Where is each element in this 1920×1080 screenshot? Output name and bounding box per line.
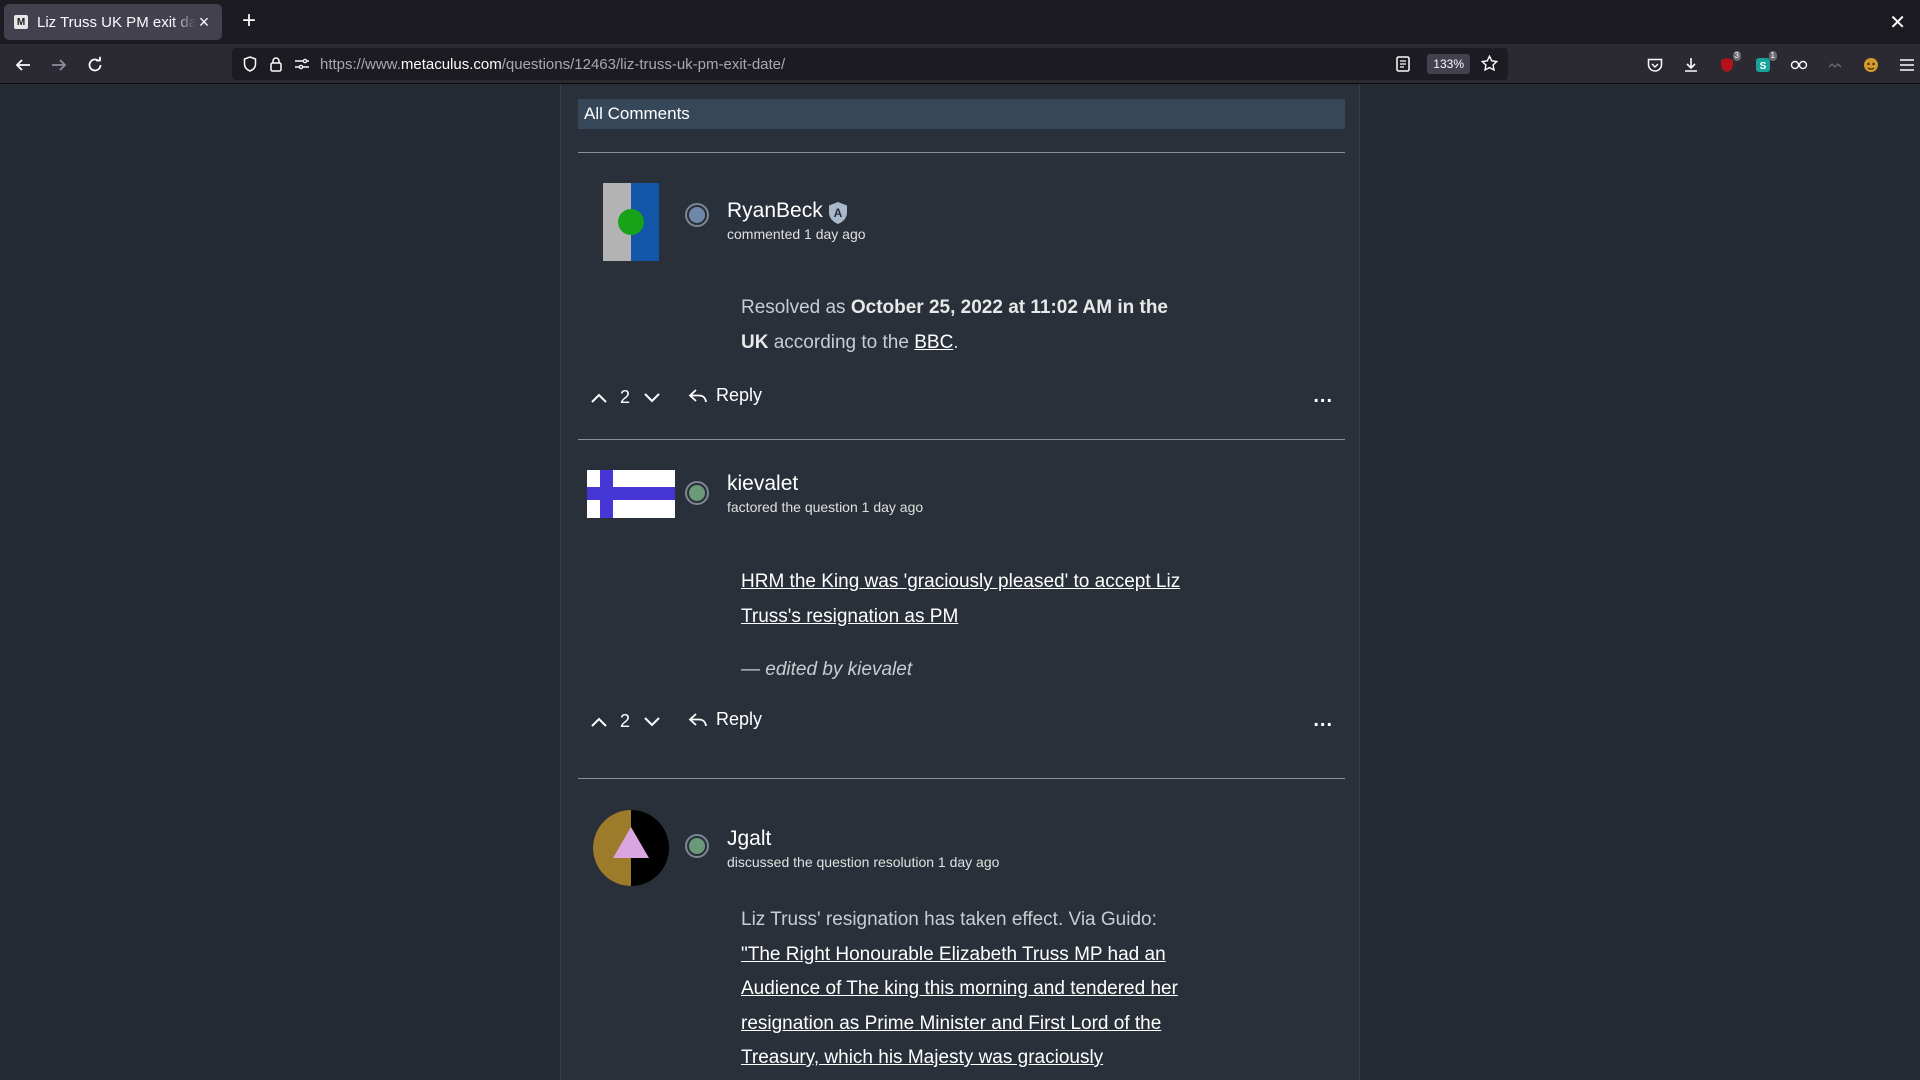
comment-kievalet: kievalet factored the question 1 day ago… bbox=[578, 470, 1345, 731]
bookmark-star-icon[interactable] bbox=[1480, 54, 1499, 77]
comment-author[interactable]: kievalet bbox=[727, 472, 798, 496]
comment-author[interactable]: RyanBeck bbox=[727, 199, 823, 223]
divider bbox=[578, 152, 1345, 153]
vote-count: 2 bbox=[620, 387, 631, 407]
reply-button[interactable]: Reply bbox=[688, 385, 762, 406]
comment-meta: commented 1 day ago bbox=[727, 226, 866, 242]
vote-count: 2 bbox=[620, 711, 631, 731]
more-options-button[interactable]: ... bbox=[1313, 709, 1333, 732]
dim-extension-icon[interactable] bbox=[1825, 55, 1845, 75]
address-bar[interactable]: https://www.metaculus.com/questions/1246… bbox=[232, 48, 1508, 80]
lock-icon[interactable] bbox=[268, 56, 284, 72]
comments-column: All Comments RyanBeck A commented 1 day … bbox=[560, 85, 1360, 1080]
comment-body: HRM the King was 'graciously pleased' to… bbox=[741, 565, 1191, 634]
site-favicon-icon: M bbox=[14, 15, 28, 29]
comment-meta: factored the question 1 day ago bbox=[727, 499, 924, 515]
reload-button[interactable] bbox=[82, 52, 108, 78]
chevron-down-icon bbox=[644, 717, 660, 727]
reply-button[interactable]: Reply bbox=[688, 709, 762, 730]
prediction-status-dot bbox=[685, 203, 709, 227]
back-button[interactable] bbox=[10, 52, 36, 78]
svg-text:A: A bbox=[834, 206, 843, 220]
divider bbox=[578, 778, 1345, 779]
resignation-link[interactable]: HRM the King was 'graciously pleased' to… bbox=[741, 571, 1180, 627]
tab-close-icon[interactable]: × bbox=[196, 12, 212, 33]
guido-quote-link[interactable]: "The Right Honourable Elizabeth Truss MP… bbox=[741, 944, 1178, 1069]
new-tab-button[interactable]: + bbox=[236, 9, 262, 35]
reply-icon bbox=[688, 388, 707, 402]
divider bbox=[578, 439, 1345, 440]
reader-view-icon[interactable] bbox=[1396, 56, 1410, 77]
more-options-button[interactable]: ... bbox=[1313, 385, 1333, 408]
page-viewport: All Comments RyanBeck A commented 1 day … bbox=[0, 85, 1920, 1080]
upvote-button[interactable] bbox=[588, 711, 610, 733]
comment-body: Resolved as October 25, 2022 at 11:02 AM… bbox=[741, 297, 1168, 353]
comment-actions: 2 Reply ... bbox=[578, 707, 1345, 737]
url-text[interactable]: https://www.metaculus.com/questions/1246… bbox=[320, 56, 785, 73]
browser-tab[interactable]: M Liz Truss UK PM exit date × bbox=[4, 4, 222, 40]
permissions-icon[interactable] bbox=[294, 56, 310, 72]
tab-bar: M Liz Truss UK PM exit date × + ✕ bbox=[0, 0, 1920, 44]
all-comments-header[interactable]: All Comments bbox=[578, 99, 1345, 129]
chevron-up-icon bbox=[591, 393, 607, 403]
ublock-extension-icon[interactable]: 3 bbox=[1717, 51, 1741, 75]
svg-text:S: S bbox=[1760, 61, 1767, 72]
pocket-icon[interactable] bbox=[1645, 55, 1665, 75]
app-menu-icon[interactable] bbox=[1897, 55, 1917, 75]
comment-actions: 2 Reply ... bbox=[578, 383, 1345, 413]
prediction-status-dot bbox=[685, 481, 709, 505]
downloads-icon[interactable] bbox=[1681, 55, 1701, 75]
monkey-extension-icon[interactable] bbox=[1861, 55, 1881, 75]
zoom-level-button[interactable]: 133% bbox=[1427, 54, 1470, 74]
tracking-shield-icon[interactable] bbox=[242, 56, 258, 72]
comment-ryanbeck: RyanBeck A commented 1 day ago Resolved … bbox=[578, 183, 1345, 426]
downvote-button[interactable] bbox=[641, 711, 663, 733]
admin-badge-icon: A bbox=[829, 202, 847, 224]
tab-title: Liz Truss UK PM exit date bbox=[37, 13, 197, 31]
s-extension-icon[interactable]: S 1 bbox=[1753, 51, 1777, 75]
user-avatar-ryanbeck[interactable] bbox=[603, 183, 659, 261]
downvote-button[interactable] bbox=[641, 387, 663, 409]
comment-jgalt: Jgalt discussed the question resolution … bbox=[578, 810, 1345, 1080]
user-avatar-kievalet[interactable] bbox=[587, 470, 675, 518]
back-arrow-icon bbox=[15, 59, 30, 71]
forward-button[interactable] bbox=[46, 52, 72, 78]
comment-body: Liz Truss' resignation has taken effect.… bbox=[741, 909, 1178, 1069]
chevron-down-icon bbox=[644, 393, 660, 403]
forward-arrow-icon bbox=[52, 59, 67, 71]
comment-meta: discussed the question resolution 1 day … bbox=[727, 854, 1000, 870]
edited-note: — edited by kievalet bbox=[741, 659, 913, 680]
bbc-link[interactable]: BBC bbox=[914, 332, 953, 353]
prediction-status-dot bbox=[685, 834, 709, 858]
upvote-button[interactable] bbox=[588, 387, 610, 409]
comment-author[interactable]: Jgalt bbox=[727, 827, 771, 851]
extensions-toolbar: 3 S 1 bbox=[1620, 44, 1920, 84]
reload-icon bbox=[88, 56, 102, 72]
user-avatar-jgalt[interactable] bbox=[593, 810, 669, 886]
glasses-extension-icon[interactable] bbox=[1789, 55, 1809, 75]
chevron-up-icon bbox=[591, 717, 607, 727]
window-close-button[interactable]: ✕ bbox=[1889, 10, 1906, 35]
navigation-toolbar: https://www.metaculus.com/questions/1246… bbox=[0, 44, 1920, 84]
reply-icon bbox=[688, 712, 707, 726]
